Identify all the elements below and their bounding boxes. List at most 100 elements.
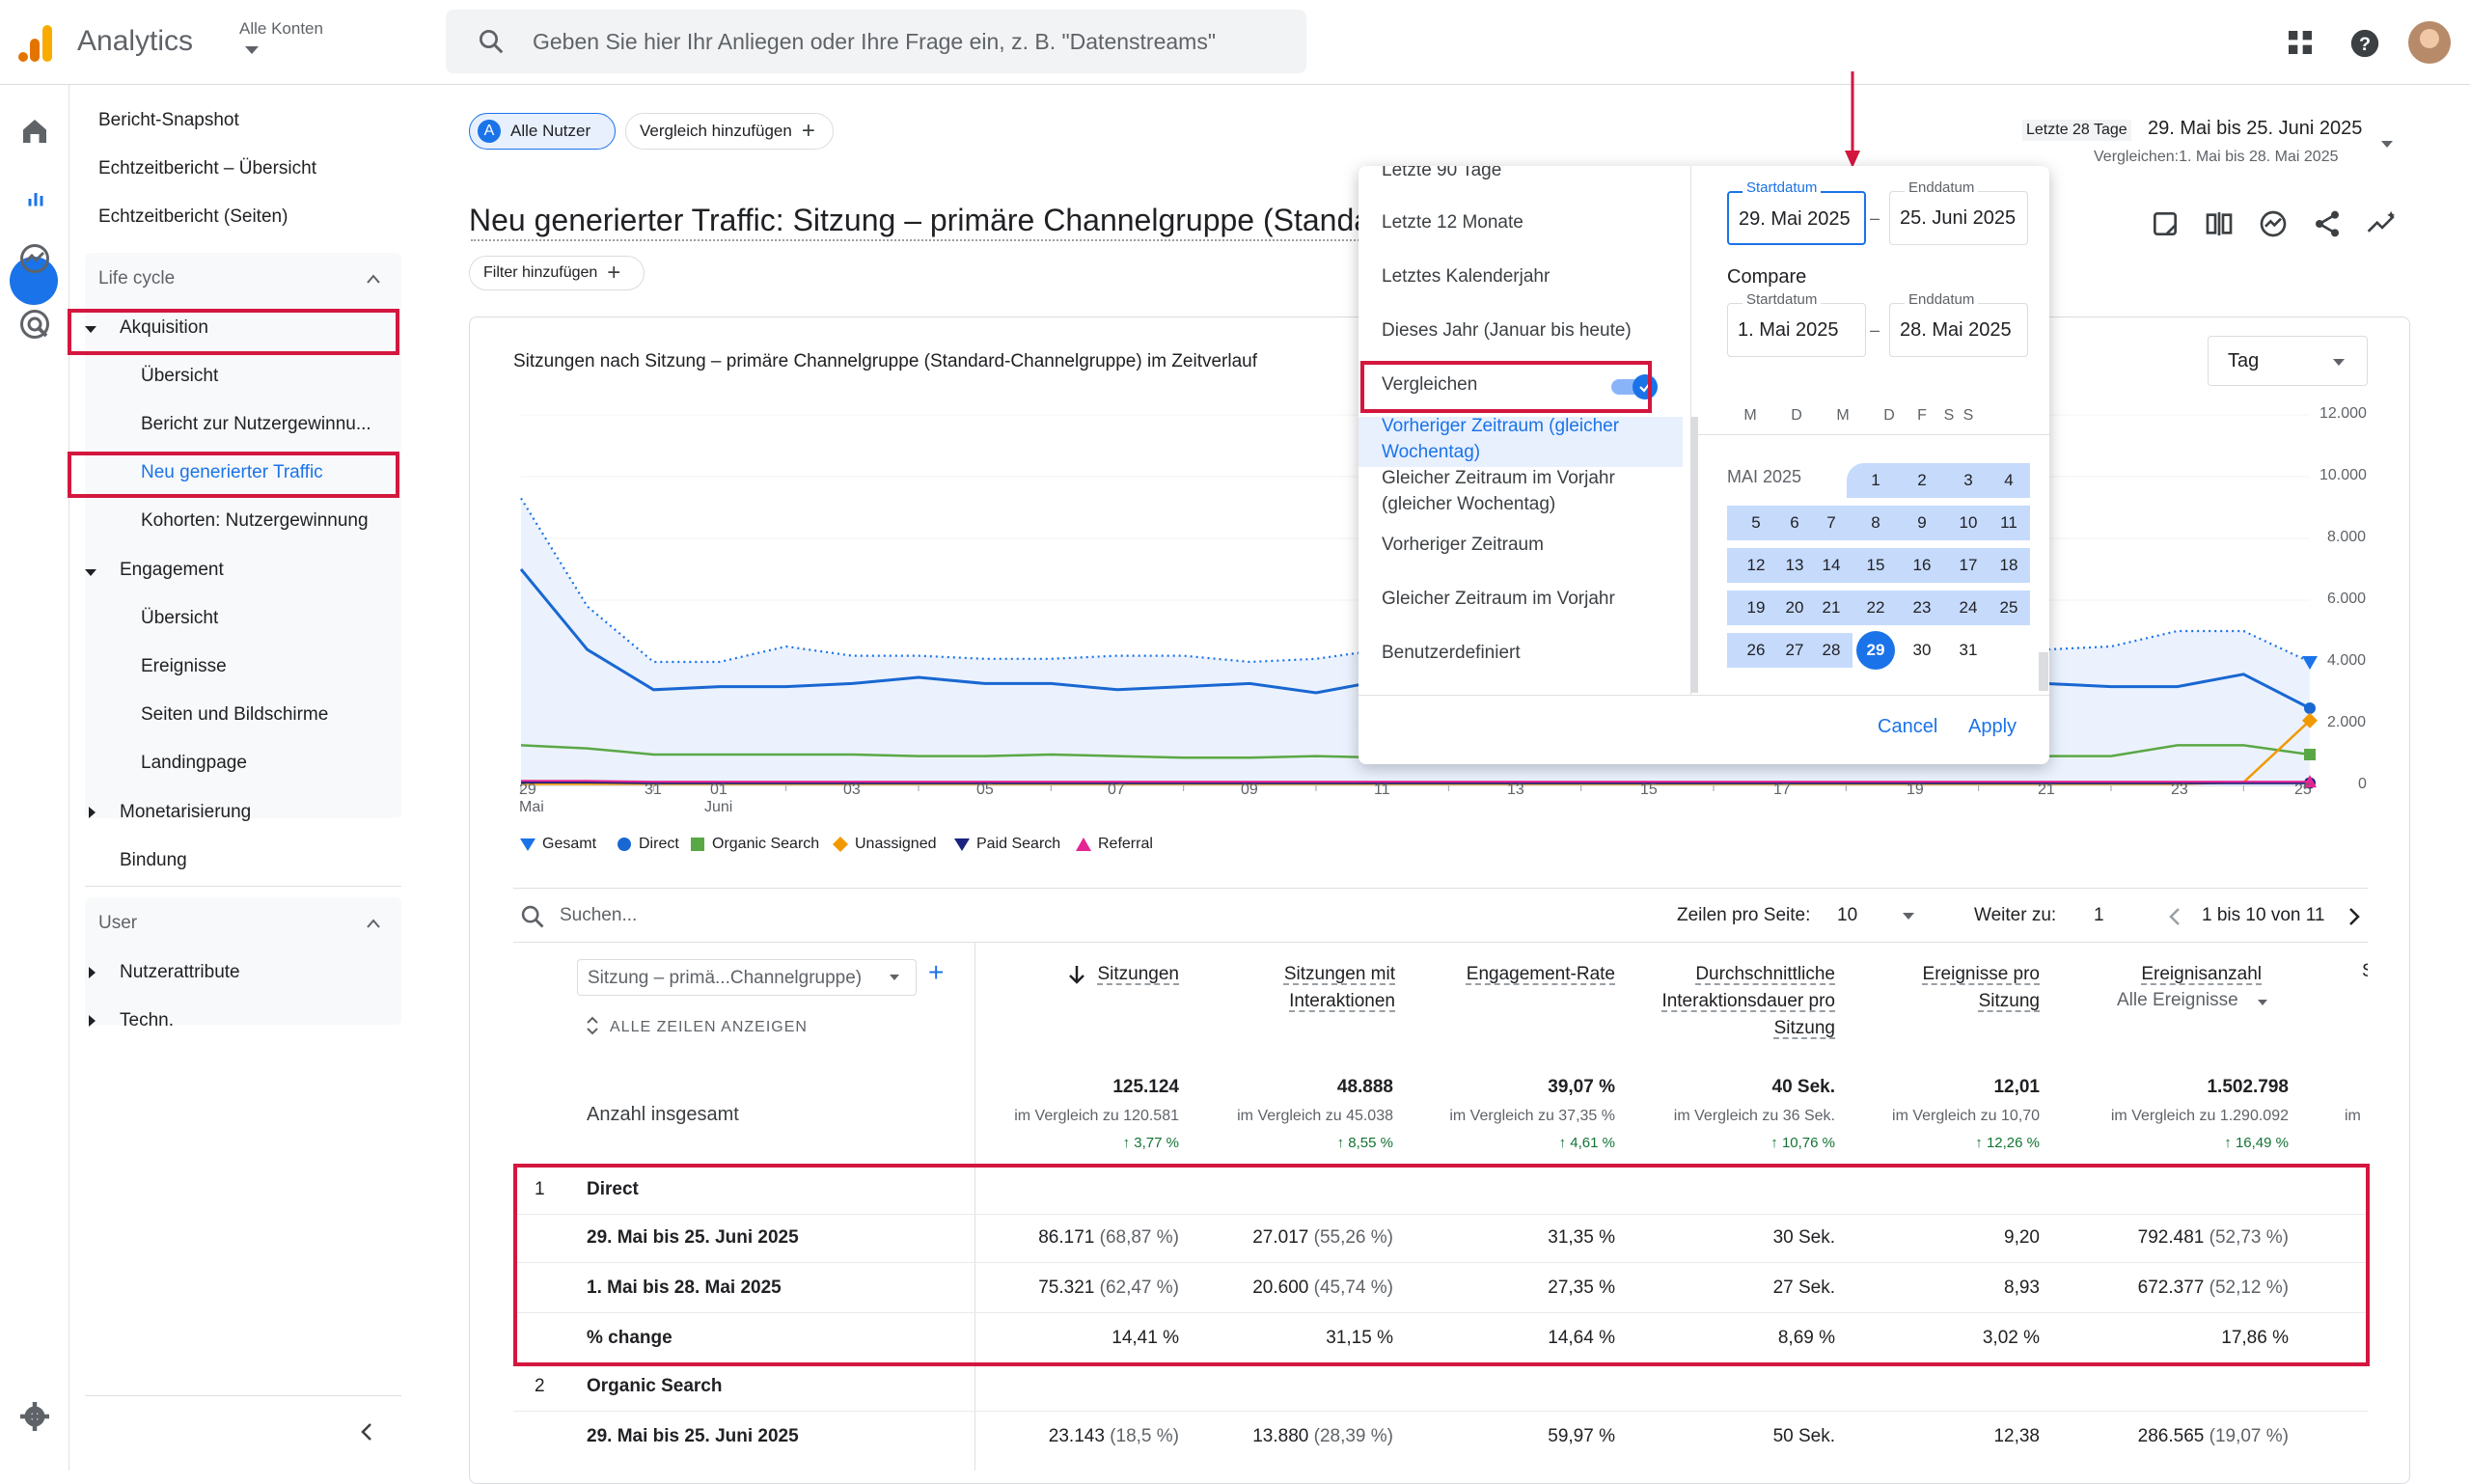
start-date-label: Startdatum xyxy=(1743,179,1822,196)
calendar-day-selected[interactable]: 29 xyxy=(1856,631,1895,670)
calendar-day[interactable]: 13 xyxy=(1775,548,1814,583)
calendar-day[interactable]: 20 xyxy=(1775,591,1814,625)
calendar-day[interactable]: 14 xyxy=(1812,548,1851,583)
show-all-rows-button[interactable]: ALLE ZEILEN ANZEIGEN xyxy=(610,1019,808,1036)
calendar-day[interactable]: 10 xyxy=(1949,506,1988,540)
x-tick-label: 09 xyxy=(1241,782,1258,798)
calendar-day[interactable]: 31 xyxy=(1949,633,1988,668)
options-scrollbar[interactable] xyxy=(1690,417,1698,693)
add-dimension-plus-icon[interactable]: + xyxy=(928,957,944,988)
table-cell: 12,38 xyxy=(1993,1426,2040,1446)
expand-rows-icon[interactable] xyxy=(585,1015,600,1036)
row-label-organic[interactable]: Organic Search xyxy=(587,1376,722,1397)
calendar-day[interactable]: 2 xyxy=(1903,463,1941,498)
calendar-day[interactable]: 30 xyxy=(1903,633,1941,668)
end-date-input[interactable]: 25. Juni 2025 xyxy=(1889,191,2028,245)
calendar-scrollbar[interactable] xyxy=(2039,652,2048,691)
legend-item-organic[interactable]: Organic Search xyxy=(689,836,819,853)
goto-input[interactable]: 1 xyxy=(2094,905,2104,926)
calendar-day[interactable]: 9 xyxy=(1903,506,1941,540)
calendar-day[interactable]: 15 xyxy=(1856,548,1895,583)
series-end-marker[interactable] xyxy=(2304,749,2316,760)
calendar-day[interactable]: 25 xyxy=(1990,591,2028,625)
column-header-events-per-session[interactable]: Ereignisse pro Sitzung xyxy=(1872,961,2040,1015)
calendar-day[interactable]: 3 xyxy=(1949,463,1988,498)
option-last-calendar-year[interactable]: Letztes Kalenderjahr xyxy=(1382,266,1550,288)
compare-option-previous-period[interactable]: Vorheriger Zeitraum xyxy=(1382,535,1544,556)
column-header-engagement-rate[interactable]: Engagement-Rate xyxy=(1428,961,1615,988)
column-header-engaged-sessions[interactable]: Sitzungen mit Interaktionen xyxy=(1235,961,1395,1015)
x-tick-label: 25 xyxy=(2294,782,2312,798)
option-last-90-days[interactable]: Letzte 90 Tage xyxy=(1382,166,1501,181)
column-header-event-count[interactable]: Ereignisanzahl xyxy=(2103,961,2262,988)
cell-value: 286.565 xyxy=(2137,1426,2205,1446)
total-change-value: 10,76 % xyxy=(1781,1135,1835,1151)
y-tick-label: 2.000 xyxy=(2327,714,2367,730)
calendar-day[interactable]: 18 xyxy=(1990,548,2028,583)
weekday-header: M xyxy=(1836,407,1850,424)
compare-end-value: 28. Mai 2025 xyxy=(1900,319,2012,341)
cancel-button[interactable]: Cancel xyxy=(1878,716,1937,738)
column-header-sessions[interactable]: Sitzungen xyxy=(1092,961,1179,988)
compare-end-input[interactable]: 28. Mai 2025 xyxy=(1889,303,2028,357)
compare-start-input[interactable]: 1. Mai 2025 xyxy=(1727,303,1866,357)
legend-label: Gesamt xyxy=(542,836,597,852)
rows-per-page-label: Zeilen pro Seite: xyxy=(1677,905,1811,925)
calendar-day[interactable]: 8 xyxy=(1856,506,1895,540)
goto-label: Weiter zu: xyxy=(1974,905,2057,925)
rows-per-page-select[interactable]: 10 xyxy=(1837,905,1857,926)
calendar-day[interactable]: 7 xyxy=(1812,506,1851,540)
calendar-day[interactable]: 16 xyxy=(1903,548,1941,583)
next-page-icon[interactable] xyxy=(2345,905,2364,928)
total-change-value: 4,61 % xyxy=(1570,1135,1615,1151)
series-end-marker[interactable] xyxy=(2304,702,2316,714)
calendar-day[interactable]: 27 xyxy=(1775,633,1814,668)
calendar-day[interactable]: 5 xyxy=(1737,506,1775,540)
calendar-day[interactable]: 11 xyxy=(1990,506,2028,540)
legend-marker-icon xyxy=(691,838,704,851)
total-compare: im Vergleich zu 120.581 xyxy=(1014,1108,1179,1124)
chevron-down-icon[interactable] xyxy=(2258,1000,2267,1005)
calendar-day[interactable]: 26 xyxy=(1737,633,1775,668)
cell-share: (28,39 %) xyxy=(1313,1426,1393,1446)
legend-item-paid[interactable]: Paid Search xyxy=(953,836,1060,853)
compare-option-prev-year-weekday[interactable]: Gleicher Zeitraum im Vorjahr (gleicher W… xyxy=(1382,465,1671,517)
prev-page-icon[interactable] xyxy=(2165,905,2184,928)
total-change-value: 16,49 % xyxy=(2235,1135,2289,1151)
calendar-day[interactable]: 28 xyxy=(1812,633,1851,668)
calendar-day[interactable]: 17 xyxy=(1949,548,1988,583)
legend-item-direct[interactable]: Direct xyxy=(616,836,679,853)
compare-end-label: Enddatum xyxy=(1905,291,1979,308)
calendar-day[interactable]: 12 xyxy=(1737,548,1775,583)
events-filter-select[interactable]: Alle Ereignisse xyxy=(2117,990,2238,1011)
compare-start-label: Startdatum xyxy=(1743,291,1822,308)
compare-option-prev-year[interactable]: Gleicher Zeitraum im Vorjahr xyxy=(1382,589,1615,610)
start-date-input[interactable]: 29. Mai 2025 xyxy=(1727,191,1866,245)
option-this-year[interactable]: Dieses Jahr (Januar bis heute) xyxy=(1382,320,1632,342)
compare-option-custom[interactable]: Benutzerdefiniert xyxy=(1382,643,1521,664)
legend-item-gesamt[interactable]: Gesamt xyxy=(519,836,596,853)
calendar-day[interactable]: 23 xyxy=(1903,591,1941,625)
dimension-select[interactable]: Sitzung – primä...Channelgruppe) xyxy=(577,959,917,996)
calendar-day[interactable]: 24 xyxy=(1949,591,1988,625)
option-last-12-months[interactable]: Letzte 12 Monate xyxy=(1382,212,1523,234)
column-header-avg-engagement-time[interactable]: Durchschnittliche Interaktionsdauer pro … xyxy=(1631,961,1835,1042)
divider xyxy=(1358,695,2049,696)
calendar-day[interactable]: 22 xyxy=(1856,591,1895,625)
sort-desc-arrow-icon[interactable] xyxy=(1067,963,1086,986)
chevron-down-icon[interactable] xyxy=(1903,913,1914,920)
compare-option-previous-weekday[interactable]: Vorheriger Zeitraum (gleicher Wochentag) xyxy=(1382,413,1671,465)
apply-button[interactable]: Apply xyxy=(1968,716,2017,738)
calendar-day[interactable]: 6 xyxy=(1775,506,1814,540)
chevron-down-icon[interactable] xyxy=(890,975,899,980)
table-search-input[interactable]: Suchen... xyxy=(560,905,637,926)
range-dash: – xyxy=(1870,320,1880,340)
legend-label: Organic Search xyxy=(712,836,820,852)
weekday-header: M xyxy=(1743,407,1757,424)
legend-item-unassigned[interactable]: Unassigned xyxy=(832,836,937,853)
legend-item-referral[interactable]: Referral xyxy=(1075,836,1153,853)
calendar-day[interactable]: 1 xyxy=(1856,463,1895,498)
calendar-day[interactable]: 4 xyxy=(1990,463,2028,498)
calendar-day[interactable]: 19 xyxy=(1737,591,1775,625)
calendar-day[interactable]: 21 xyxy=(1812,591,1851,625)
